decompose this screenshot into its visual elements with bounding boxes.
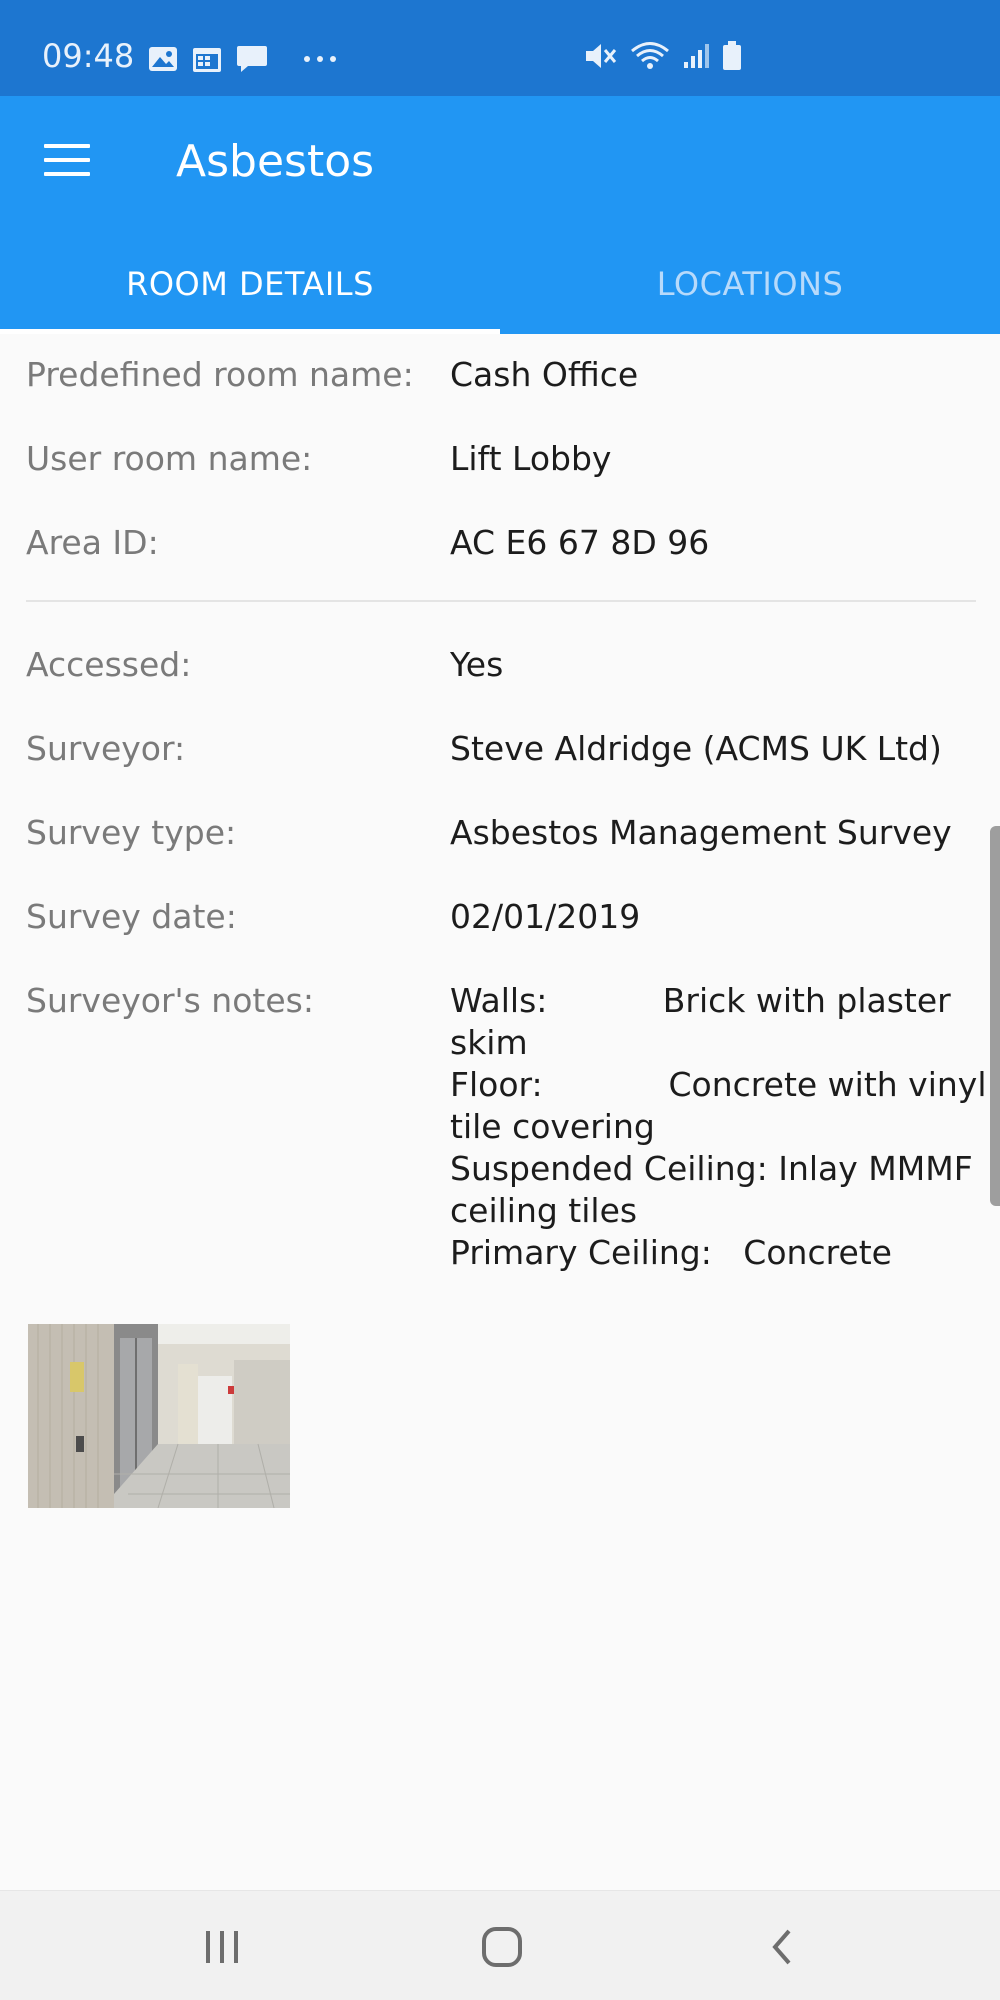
- recent-apps-icon[interactable]: [192, 1917, 252, 1977]
- scroll-indicator[interactable]: [990, 826, 1000, 1206]
- tab-room-details[interactable]: ROOM DETAILS: [0, 234, 500, 334]
- surveyor-label: Surveyor:: [26, 729, 186, 768]
- app-bar: Asbestos ROOM DETAILS LOCATIONS: [0, 96, 1000, 334]
- tab-room-details-label: ROOM DETAILS: [126, 265, 374, 303]
- status-time: 09:48: [42, 37, 135, 75]
- image-icon: [149, 47, 177, 71]
- predefined-room-name-label: Predefined room name:: [26, 355, 414, 394]
- app-screen: 09:48 Asbestos ROOM DETAILS LOCATIONS Pr…: [0, 0, 1000, 2000]
- notification-icons: [148, 44, 342, 74]
- battery-icon: [723, 41, 741, 70]
- system-nav-bar: [0, 1890, 1000, 2000]
- survey-date-value: 02/01/2019: [450, 897, 641, 936]
- active-tab-indicator: [0, 329, 500, 334]
- user-room-name-value: Lift Lobby: [450, 439, 612, 478]
- page-title: Asbestos: [176, 136, 375, 187]
- signal-icon: [684, 44, 709, 68]
- area-id-label: Area ID:: [26, 523, 159, 562]
- survey-type-label: Survey type:: [26, 813, 237, 852]
- area-id-value: AC E6 67 8D 96: [450, 523, 710, 562]
- calendar-icon: [193, 48, 221, 72]
- status-bar: 09:48: [0, 0, 1000, 96]
- system-icons: [584, 40, 742, 72]
- accessed-value: Yes: [450, 645, 504, 684]
- hamburger-menu-icon[interactable]: [42, 140, 94, 184]
- wifi-icon: [631, 42, 669, 69]
- section-divider: [26, 600, 976, 602]
- more-dots-icon: [304, 56, 336, 62]
- surveyor-value: Steve Aldridge (ACMS UK Ltd): [450, 729, 942, 768]
- back-icon[interactable]: [752, 1917, 812, 1977]
- tab-bar: ROOM DETAILS LOCATIONS: [0, 234, 1000, 334]
- tab-locations-label: LOCATIONS: [656, 265, 844, 303]
- home-icon[interactable]: [472, 1917, 532, 1977]
- message-icon: [237, 46, 267, 72]
- survey-type-value: Asbestos Management Survey: [450, 813, 952, 852]
- accessed-label: Accessed:: [26, 645, 192, 684]
- room-photo-thumbnail[interactable]: [28, 1324, 290, 1508]
- user-room-name-label: User room name:: [26, 439, 313, 478]
- tab-locations[interactable]: LOCATIONS: [500, 234, 1000, 334]
- mute-icon: [586, 44, 617, 68]
- surveyors-notes-label: Surveyor's notes:: [26, 981, 314, 1020]
- predefined-room-name-value: Cash Office: [450, 355, 639, 394]
- survey-date-label: Survey date:: [26, 897, 237, 936]
- surveyors-notes-value: Walls: Brick with plaster skim Floor: Co…: [450, 981, 987, 1272]
- lift-lobby-photo: [28, 1324, 290, 1508]
